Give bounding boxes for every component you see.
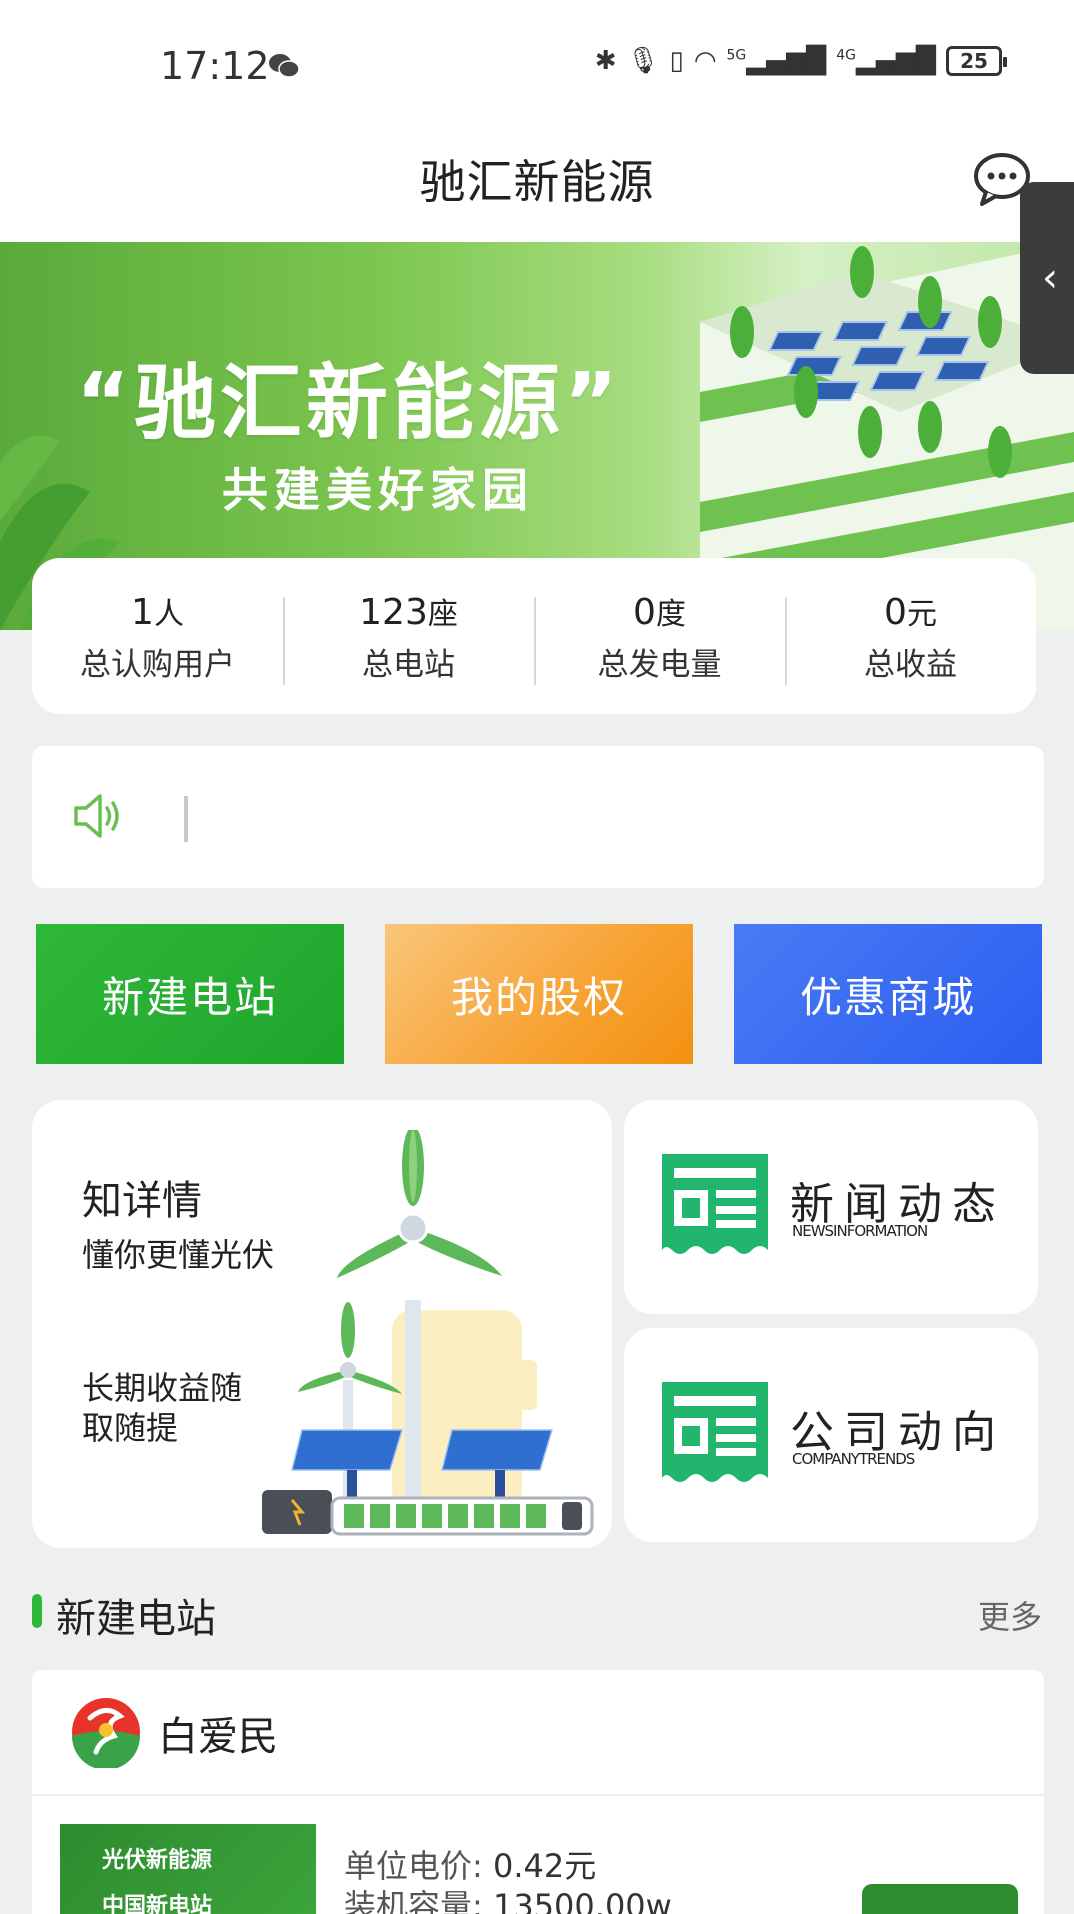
banner-title: “驰汇新能源” — [76, 356, 622, 451]
stat-label: 总发电量 — [597, 646, 722, 683]
stat-revenue: 0元 总收益 — [785, 589, 1036, 685]
app-header: 驰汇新能源 — [0, 120, 1074, 242]
station-owner: 白爱民 — [158, 1714, 278, 1760]
company-card[interactable]: 公司动向 COMPANYTRENDS — [624, 1328, 1038, 1542]
details-title: 知详情 — [82, 1178, 202, 1224]
stat-label: 总电站 — [362, 646, 455, 683]
stat-value: 123 — [359, 591, 428, 633]
wind-solar-illustration — [262, 1130, 594, 1536]
signal-5g: 5G▂▄▆█ — [726, 46, 827, 76]
stat-unit: 人 — [153, 596, 184, 632]
status-icons: ✱ 🎙 ▯ ◠ 5G▂▄▆█ 4G▂▄▆█ 25 — [594, 46, 1007, 76]
page-title: 驰汇新能源 — [419, 155, 655, 209]
newspaper-icon — [662, 1382, 768, 1482]
company-logo — [72, 1698, 140, 1768]
banner-subtitle: 共建美好家园 — [222, 463, 534, 517]
chevron-left-icon: ‹ — [1042, 255, 1058, 301]
wifi-icon: ◠ — [693, 46, 717, 76]
new-station-button[interactable]: 新建电站 — [36, 924, 344, 1064]
stat-value: 1 — [131, 591, 154, 633]
stats-card: 1人 总认购用户 123座 总电站 0度 总发电量 0元 总收益 — [32, 558, 1036, 714]
section-title: 新建电站 — [56, 1596, 216, 1642]
section-accent — [32, 1594, 42, 1628]
section-header: 新建电站 更多 — [32, 1582, 1042, 1642]
capacity-label: 装机容量: — [344, 1887, 483, 1914]
mall-button[interactable]: 优惠商城 — [734, 924, 1042, 1064]
vibrate-icon: ▯ — [669, 46, 684, 76]
station-thumbnail: 光伏新能源 中国新电站 — [60, 1824, 316, 1914]
capacity-value: 13500.00w — [492, 1887, 672, 1914]
stat-unit: 座 — [427, 596, 458, 632]
notice-bar[interactable] — [32, 746, 1044, 888]
notice-divider — [184, 796, 188, 842]
signal-4g: 4G▂▄▆█ — [836, 46, 936, 76]
news-card[interactable]: 新闻动态 NEWSINFORMATION — [624, 1100, 1038, 1314]
speaker-icon — [74, 794, 119, 838]
newspaper-icon — [662, 1154, 768, 1254]
stat-value: 0 — [633, 591, 656, 633]
wechat-icon — [269, 54, 300, 78]
price-label: 单位电价: — [344, 1847, 483, 1885]
station-card[interactable]: 白爱民 光伏新能源 中国新电站 单位电价: 0.42元 装机容量: 13500.… — [32, 1670, 1044, 1914]
company-subtitle: COMPANYTRENDS — [792, 1450, 915, 1468]
my-equity-button[interactable]: 我的股权 — [385, 924, 693, 1064]
stat-label: 总收益 — [864, 646, 957, 683]
more-link[interactable]: 更多 — [978, 1592, 1042, 1638]
news-subtitle: NEWSINFORMATION — [792, 1222, 928, 1240]
stat-stations: 123座 总电站 — [283, 589, 534, 685]
stat-power: 0度 总发电量 — [534, 589, 785, 685]
thumb-text: 中国新电站 — [102, 1894, 213, 1914]
station-action-button[interactable] — [862, 1884, 1018, 1914]
status-bar: 17:12 ✱ 🎙 ▯ ◠ 5G▂▄▆█ 4G▂▄▆█ 25 — [0, 0, 1074, 120]
side-drawer-handle[interactable]: ‹ — [1020, 182, 1074, 374]
price-value: 0.42元 — [492, 1847, 597, 1885]
battery-icon: 25 — [946, 46, 1007, 76]
stat-unit: 元 — [906, 596, 937, 632]
bluetooth-icon: ✱ — [594, 46, 617, 76]
details-subtitle: 懂你更懂光伏 — [82, 1236, 275, 1274]
thumb-text: 光伏新能源 — [102, 1848, 213, 1873]
status-time: 17:12 — [160, 44, 270, 88]
stat-subscribers: 1人 总认购用户 — [32, 589, 283, 684]
stat-value: 0 — [884, 591, 907, 633]
station-info: 单位电价: 0.42元 装机容量: 13500.00w — [344, 1846, 672, 1914]
details-desc: 长期收益随取随提 — [82, 1369, 243, 1447]
stat-label: 总认购用户 — [80, 646, 235, 683]
divider — [32, 1794, 1044, 1796]
details-card[interactable]: 知详情 懂你更懂光伏 长期收益随取随提 — [32, 1100, 612, 1548]
stat-unit: 度 — [655, 596, 686, 632]
mic-icon: 🎙 — [626, 46, 660, 76]
